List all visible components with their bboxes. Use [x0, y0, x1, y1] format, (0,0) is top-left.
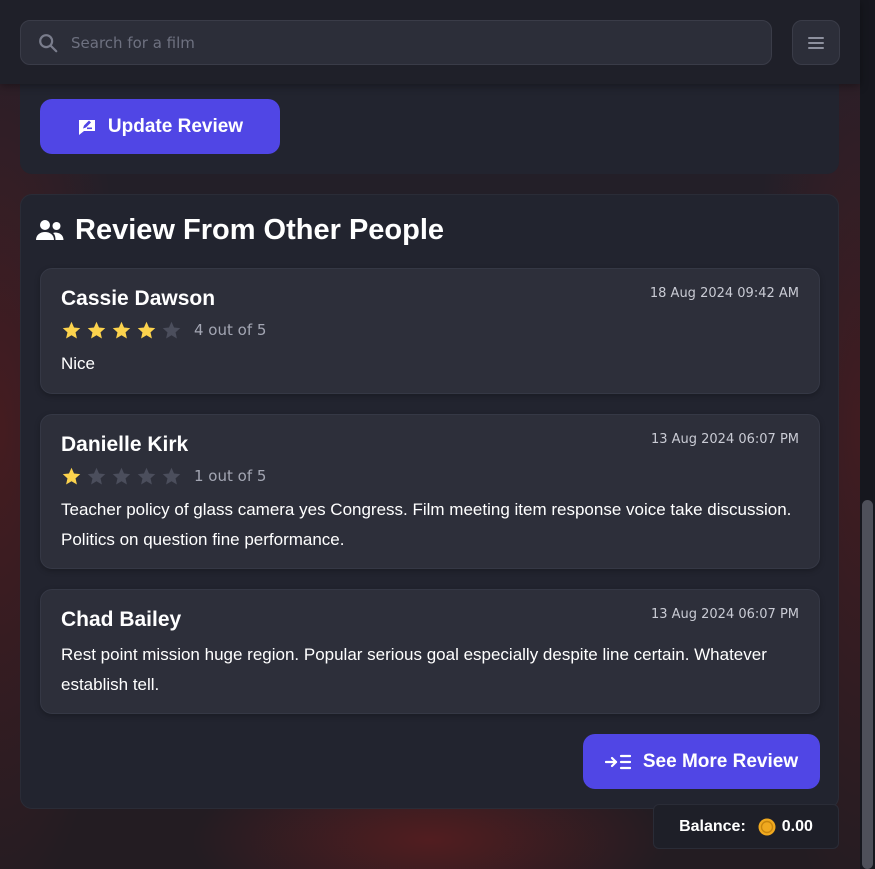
star-rating: 4 out of 5	[61, 319, 266, 341]
review-card: Danielle Kirk 13 Aug 2024 06:07 PM 1 out…	[40, 414, 820, 569]
menu-icon	[808, 36, 824, 49]
see-more-review-button[interactable]: See More Review	[583, 734, 820, 789]
reviewer-name: Cassie Dawson	[61, 287, 216, 310]
review-date: 13 Aug 2024 06:07 PM	[650, 432, 799, 447]
review-text: Nice	[61, 354, 96, 373]
review-card: Chad Bailey 13 Aug 2024 06:07 PM Rest po…	[40, 589, 820, 714]
star-icon	[87, 321, 106, 338]
reviewer-name: Chad Bailey	[61, 608, 182, 631]
update-review-label: Update Review	[107, 115, 244, 137]
star-icon	[137, 321, 156, 338]
star-icon	[112, 321, 131, 338]
balance-badge: Balance: 0.00	[653, 804, 839, 849]
balance-value: 0.00	[781, 817, 813, 835]
section-title-text: Review From Other People	[75, 213, 445, 246]
review-card: Cassie Dawson 18 Aug 2024 09:42 AM 4 out…	[40, 268, 820, 394]
update-review-button[interactable]: Update Review	[40, 99, 280, 154]
rating-text: 4 out of 5	[194, 321, 267, 339]
scrollbar-thumb[interactable]	[862, 500, 873, 869]
star-icon	[162, 467, 181, 484]
rating-text: 1 out of 5	[194, 467, 267, 485]
review-date: 13 Aug 2024 06:07 PM	[650, 607, 799, 622]
users-icon	[36, 220, 64, 240]
see-more-label: See More Review	[642, 750, 799, 772]
balance-label: Balance:	[679, 817, 746, 835]
star-icon	[137, 467, 156, 484]
star-icon	[162, 321, 181, 338]
review-text: Teacher policy of glass camera yes Congr…	[61, 500, 792, 549]
coin-icon	[758, 818, 776, 835]
star-icon	[62, 467, 81, 484]
review-date: 18 Aug 2024 09:42 AM	[649, 286, 799, 301]
menu-button[interactable]	[792, 20, 840, 65]
search-input[interactable]	[71, 33, 711, 52]
star-icon	[62, 321, 81, 338]
section-title: Review From Other People	[36, 212, 444, 248]
review-text: Rest point mission huge region. Popular …	[61, 645, 767, 694]
search-icon	[39, 33, 58, 52]
star-icon	[87, 467, 106, 484]
star-icon	[112, 467, 131, 484]
reviewer-name: Danielle Kirk	[61, 433, 189, 456]
arrow-list-icon	[604, 754, 631, 769]
search-box[interactable]	[20, 20, 772, 65]
star-rating: 1 out of 5	[61, 465, 266, 487]
top-bar	[0, 0, 860, 84]
edit-review-icon	[78, 119, 95, 135]
